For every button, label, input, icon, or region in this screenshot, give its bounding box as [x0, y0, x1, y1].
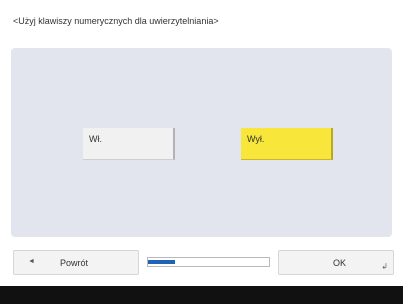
ok-button[interactable]: OK ↲: [278, 250, 394, 275]
back-button[interactable]: ◄ Powrót: [13, 250, 139, 275]
progress-fill: [148, 260, 175, 264]
option-off-button[interactable]: Wył.: [241, 128, 333, 160]
option-off-label: Wył.: [247, 134, 265, 144]
back-label: Powrót: [60, 258, 89, 268]
ok-label: OK: [333, 258, 347, 268]
dialog-title: <Użyj klawiszy numerycznych dla uwierzyt…: [13, 16, 219, 26]
options-panel: [11, 48, 392, 237]
corner-return-icon: ↲: [381, 262, 388, 271]
bottom-bar: [0, 286, 403, 304]
progress-bar: [147, 257, 270, 267]
option-on-button[interactable]: Wł.: [83, 128, 175, 160]
option-on-label: Wł.: [89, 134, 102, 144]
left-triangle-icon: ◄: [28, 258, 35, 265]
